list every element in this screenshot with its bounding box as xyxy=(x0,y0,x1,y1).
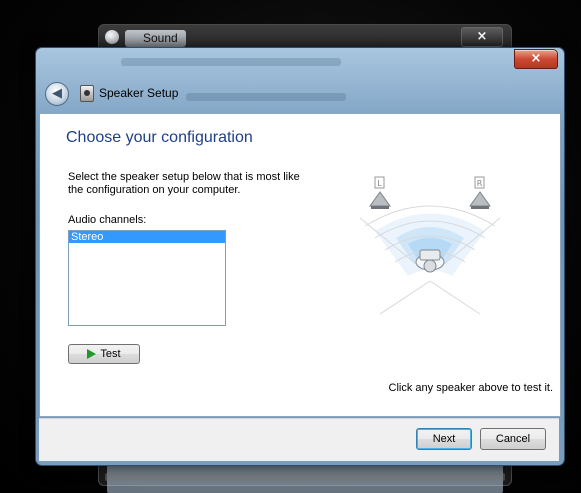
right-speaker-label: R xyxy=(477,179,483,188)
cancel-button[interactable]: Cancel xyxy=(480,428,546,450)
test-hint-text: Click any speaker above to test it. xyxy=(388,382,553,394)
list-item-stereo[interactable]: Stereo xyxy=(69,231,225,243)
window-title: Speaker Setup xyxy=(99,86,179,100)
close-button[interactable]: × xyxy=(514,49,558,69)
sound-close-button[interactable]: × xyxy=(461,27,503,47)
audio-channels-list[interactable]: Stereo xyxy=(68,230,226,326)
next-button[interactable]: Next xyxy=(416,428,472,450)
right-speaker-icon[interactable]: R xyxy=(469,176,491,209)
audio-channels-label: Audio channels: xyxy=(68,214,147,226)
test-button[interactable]: Test xyxy=(68,344,140,364)
speaker-diagram: L R xyxy=(360,176,500,315)
description-text: Select the speaker setup below that is m… xyxy=(68,171,300,196)
left-speaker-label: L xyxy=(377,179,382,188)
sound-window-bottom xyxy=(105,473,505,481)
test-button-label: Test xyxy=(100,348,121,360)
back-arrow-icon[interactable]: ◀ xyxy=(45,82,69,106)
speaker-setup-window: × ◀ Speaker Setup Choose your configurat… xyxy=(35,47,565,466)
sound-icon xyxy=(105,30,119,44)
left-speaker-icon[interactable]: L xyxy=(369,176,391,209)
background-text-ghost xyxy=(186,93,346,101)
page-heading: Choose your configuration xyxy=(66,129,253,146)
background-tabs-ghost xyxy=(121,58,341,66)
sound-field-graphic xyxy=(360,205,500,315)
speaker-icon xyxy=(80,85,94,102)
play-icon xyxy=(87,349,97,359)
sound-window-title: Sound xyxy=(125,30,186,47)
content-panel: Choose your configuration Select the spe… xyxy=(39,113,561,417)
dialog-footer: Next Cancel xyxy=(39,418,559,461)
